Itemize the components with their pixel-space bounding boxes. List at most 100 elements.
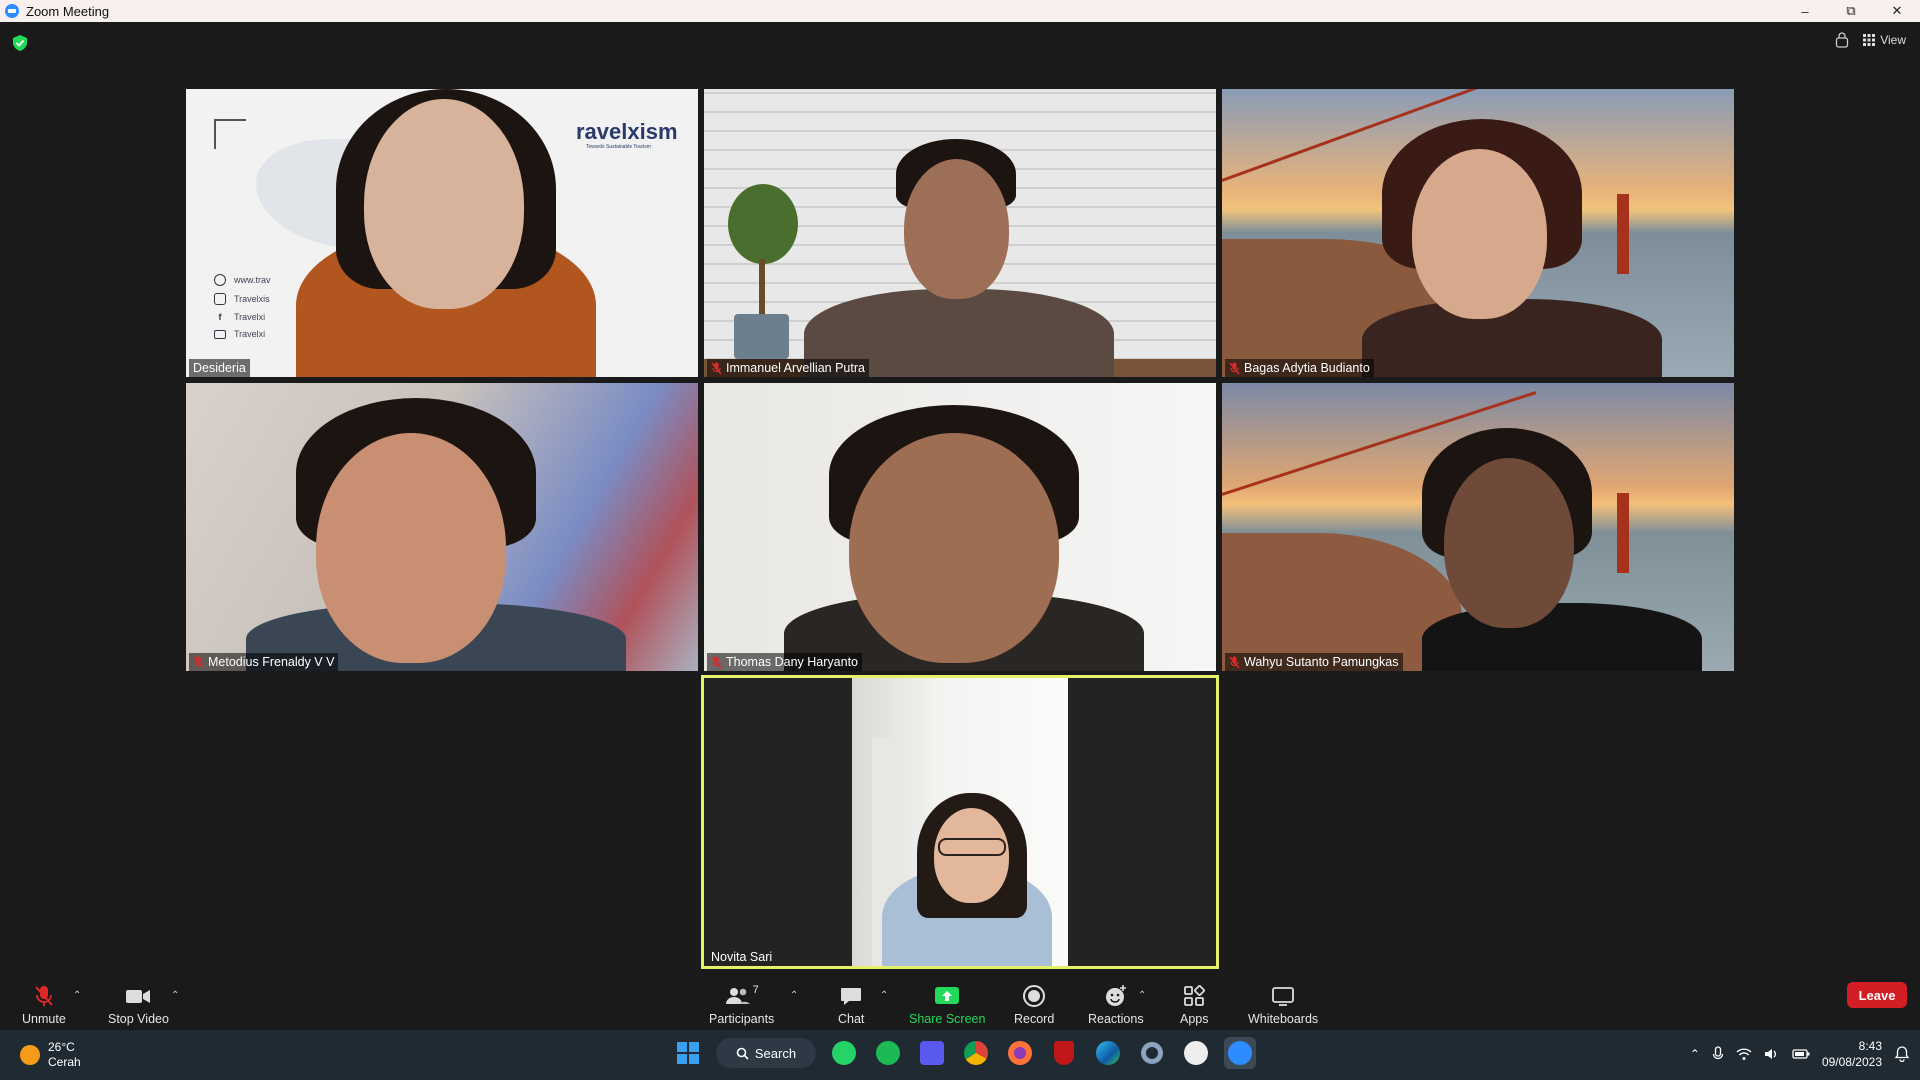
spotify-taskbar-button[interactable] — [872, 1037, 904, 1069]
shield-app-icon — [1054, 1041, 1074, 1065]
whiteboards-button[interactable]: Whiteboards — [1248, 984, 1318, 1026]
reactions-smiley-icon — [1105, 985, 1126, 1006]
muted-microphone-icon — [35, 986, 53, 1006]
show-hidden-icons-chevron-icon[interactable]: ⌃ — [1690, 1047, 1700, 1061]
name-tag: Thomas Dany Haryanto — [707, 653, 863, 671]
video-tile-thomas[interactable]: Thomas Dany Haryanto — [704, 383, 1216, 671]
spotify-icon — [876, 1041, 900, 1065]
muted-mic-icon — [711, 362, 722, 374]
participants-label: Participants — [709, 1012, 775, 1026]
participant-name: Wahyu Sutanto Pamungkas — [1244, 655, 1399, 669]
immersive-view-icon[interactable] — [1835, 32, 1849, 48]
firefox-icon — [1008, 1041, 1032, 1065]
participants-count: 7 — [752, 984, 759, 996]
video-options-chevron-icon[interactable]: ⌃ — [171, 990, 179, 1001]
unmute-label: Unmute — [22, 1012, 66, 1026]
social-link: www.trav — [234, 275, 271, 285]
plant-pot-graphic — [734, 314, 789, 359]
autocad-taskbar-button[interactable] — [916, 1037, 948, 1069]
speaker-volume-icon[interactable] — [1764, 1047, 1780, 1061]
sun-icon — [20, 1045, 40, 1065]
record-button[interactable]: Record — [1014, 984, 1054, 1026]
view-label: View — [1880, 33, 1906, 47]
participant-face — [1444, 458, 1574, 628]
video-tile-metodius[interactable]: Metodius Frenaldy V V — [186, 383, 698, 671]
participant-face — [1412, 149, 1547, 319]
temperature: 26°C — [48, 1040, 75, 1054]
video-tile-bagas[interactable]: Bagas Adytia Budianto — [1222, 89, 1734, 377]
clock-app-taskbar-button[interactable] — [1180, 1037, 1212, 1069]
chat-label: Chat — [838, 1012, 865, 1026]
share-screen-button[interactable]: Share Screen — [909, 984, 985, 1026]
participant-face — [904, 159, 1009, 299]
youtube-icon — [214, 329, 226, 339]
participant-face — [849, 433, 1059, 663]
name-tag: Metodius Frenaldy V V — [189, 653, 339, 671]
weather-widget[interactable]: 26°C Cerah — [20, 1040, 81, 1070]
social-links-list: www.trav Travelxis f Travelxi Travelxi — [214, 274, 271, 339]
notification-bell-icon[interactable] — [1894, 1046, 1910, 1062]
participant-name: Immanuel Arvellian Putra — [726, 361, 865, 375]
system-tray: ⌃ 8:43 09/08/2023 — [1690, 1038, 1910, 1070]
window-title: Zoom Meeting — [26, 3, 110, 19]
chrome-taskbar-button[interactable] — [960, 1037, 992, 1069]
audio-options-chevron-icon[interactable]: ⌃ — [73, 990, 81, 1001]
search-label: Search — [754, 1045, 797, 1061]
record-icon — [1023, 985, 1046, 1007]
start-button[interactable] — [672, 1037, 704, 1069]
zoom-taskbar-button[interactable] — [1224, 1037, 1256, 1069]
reactions-label: Reactions — [1088, 1012, 1144, 1026]
taskbar-search[interactable]: Search — [716, 1038, 816, 1068]
muted-mic-icon — [1229, 656, 1240, 668]
edge-icon — [1096, 1041, 1120, 1065]
minimize-button[interactable]: – — [1782, 0, 1828, 22]
unmute-button[interactable]: Unmute — [22, 984, 66, 1026]
participant-name: Desideria — [193, 361, 246, 375]
participants-button[interactable]: 7 Participants — [709, 984, 774, 1026]
corner-frame-graphic — [214, 119, 246, 149]
reactions-options-chevron-icon[interactable]: ⌃ — [1138, 990, 1146, 1001]
microphone-tray-icon[interactable] — [1712, 1046, 1724, 1062]
chat-button[interactable]: Chat — [838, 984, 864, 1026]
mcafee-taskbar-button[interactable] — [1048, 1037, 1080, 1069]
participant-face — [316, 433, 506, 663]
leave-button[interactable]: Leave — [1847, 982, 1907, 1008]
name-tag: Desideria — [189, 359, 250, 377]
whatsapp-taskbar-button[interactable] — [828, 1037, 860, 1069]
zoom-icon — [1228, 1041, 1252, 1065]
battery-icon[interactable] — [1792, 1048, 1810, 1060]
settings-taskbar-button[interactable] — [1136, 1037, 1168, 1069]
firefox-taskbar-button[interactable] — [1004, 1037, 1036, 1069]
clock-time: 8:43 — [1858, 1039, 1882, 1053]
stop-video-button[interactable]: Stop Video — [108, 984, 169, 1026]
meeting-toolbar: Unmute ⌃ Stop Video ⌃ 7 Participants ⌃ C… — [0, 970, 1920, 1030]
video-tile-desideria[interactable]: ravelxism Towards Sustainable Tourism ww… — [186, 89, 698, 377]
edge-taskbar-button[interactable] — [1092, 1037, 1124, 1069]
muted-mic-icon — [193, 656, 204, 668]
encryption-shield-icon[interactable] — [13, 35, 27, 51]
reactions-button[interactable]: Reactions — [1088, 984, 1144, 1026]
video-tile-wahyu[interactable]: Wahyu Sutanto Pamungkas — [1222, 383, 1734, 671]
close-button[interactable]: ✕ — [1874, 0, 1920, 22]
participants-options-chevron-icon[interactable]: ⌃ — [790, 990, 798, 1001]
chat-options-chevron-icon[interactable]: ⌃ — [880, 990, 888, 1001]
restore-button[interactable]: ⧉ — [1828, 0, 1874, 22]
windows-taskbar: 26°C Cerah Search ⌃ 8:43 09/08/2023 — [0, 1030, 1920, 1080]
participant-name: Metodius Frenaldy V V — [208, 655, 335, 669]
name-tag: Bagas Adytia Budianto — [1225, 359, 1374, 377]
video-tile-novita-active-speaker[interactable]: Novita Sari — [701, 675, 1219, 969]
brand-logo: ravelxism — [576, 119, 678, 144]
wifi-icon[interactable] — [1736, 1047, 1752, 1061]
top-right-controls: View — [1835, 32, 1906, 48]
globe-icon — [214, 274, 226, 286]
apps-button[interactable]: Apps — [1180, 984, 1209, 1026]
share-screen-label: Share Screen — [909, 1012, 986, 1026]
muted-mic-icon — [1229, 362, 1240, 374]
grid-icon — [1863, 34, 1876, 46]
whiteboards-label: Whiteboards — [1248, 1012, 1319, 1026]
view-button[interactable]: View — [1863, 33, 1906, 47]
name-tag: Wahyu Sutanto Pamungkas — [1225, 653, 1403, 671]
system-clock[interactable]: 8:43 09/08/2023 — [1822, 1038, 1882, 1070]
video-tile-immanuel[interactable]: Immanuel Arvellian Putra — [704, 89, 1216, 377]
participant-name: Novita Sari — [711, 950, 773, 964]
